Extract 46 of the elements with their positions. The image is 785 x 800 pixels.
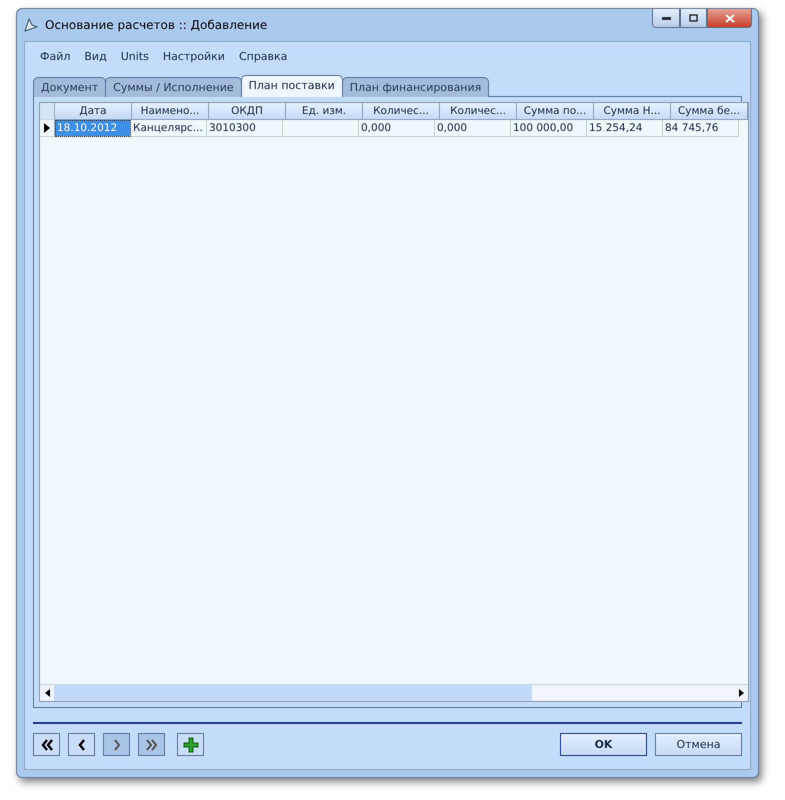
table-cell: 100 000,00 (511, 120, 587, 137)
menu-item[interactable]: Вид (77, 48, 114, 65)
table-cell: Канцелярс... (131, 120, 207, 137)
app-logo-icon (23, 17, 39, 33)
column-header[interactable]: Количес... (363, 103, 440, 120)
scroll-left-icon (44, 689, 50, 697)
column-header[interactable]: ОКДП (209, 103, 286, 120)
table-cell: 84 745,76 (663, 120, 739, 137)
first-icon (38, 736, 54, 752)
close-button[interactable] (707, 9, 752, 28)
column-header[interactable]: Сумма Н... (594, 103, 671, 120)
horizontal-scrollbar[interactable] (40, 684, 748, 701)
current-row-icon (44, 123, 50, 133)
navigation-button[interactable] (33, 733, 60, 756)
maximize-icon (689, 14, 698, 22)
table-cell: 18.10.2012 (55, 120, 131, 137)
table-cell: 15 254,24 (587, 120, 663, 137)
ok-button[interactable]: OK (560, 733, 647, 756)
column-header[interactable]: Дата (55, 103, 132, 120)
table-cell: 0,000 (359, 120, 435, 137)
tab[interactable]: Документ (33, 77, 106, 97)
navigation-button[interactable] (68, 733, 95, 756)
minimize-button[interactable] (652, 9, 680, 28)
maximize-button[interactable] (680, 9, 707, 28)
menu-item[interactable]: Справка (232, 48, 294, 65)
column-header[interactable]: Наимено... (132, 103, 209, 120)
menu-item[interactable]: Файл (33, 48, 78, 65)
tab[interactable]: План поставки (240, 75, 343, 97)
column-header[interactable]: Количес... (440, 103, 517, 120)
column-header[interactable]: Сумма по... (517, 103, 594, 120)
menu-item[interactable]: Настройки (156, 48, 232, 65)
close-icon (724, 14, 734, 22)
menu-item[interactable]: Units (114, 48, 156, 65)
tab[interactable]: Суммы / Исполнение (105, 77, 242, 97)
window-title: Основание расчетов :: Добавление (45, 18, 268, 32)
tab[interactable]: План финансирования (342, 77, 490, 97)
column-header[interactable]: Сумма бе... (671, 103, 748, 120)
column-header[interactable]: Ед. изм. (286, 103, 363, 120)
last-icon (144, 736, 160, 752)
table-cell: 3010300 (207, 120, 283, 137)
cancel-button[interactable]: Отмена (655, 733, 742, 756)
table-cell: 0,000 (435, 120, 511, 137)
plus-icon (182, 736, 198, 752)
minimize-icon (662, 16, 670, 20)
add-button[interactable] (177, 733, 204, 756)
scroll-right-icon (738, 689, 744, 697)
